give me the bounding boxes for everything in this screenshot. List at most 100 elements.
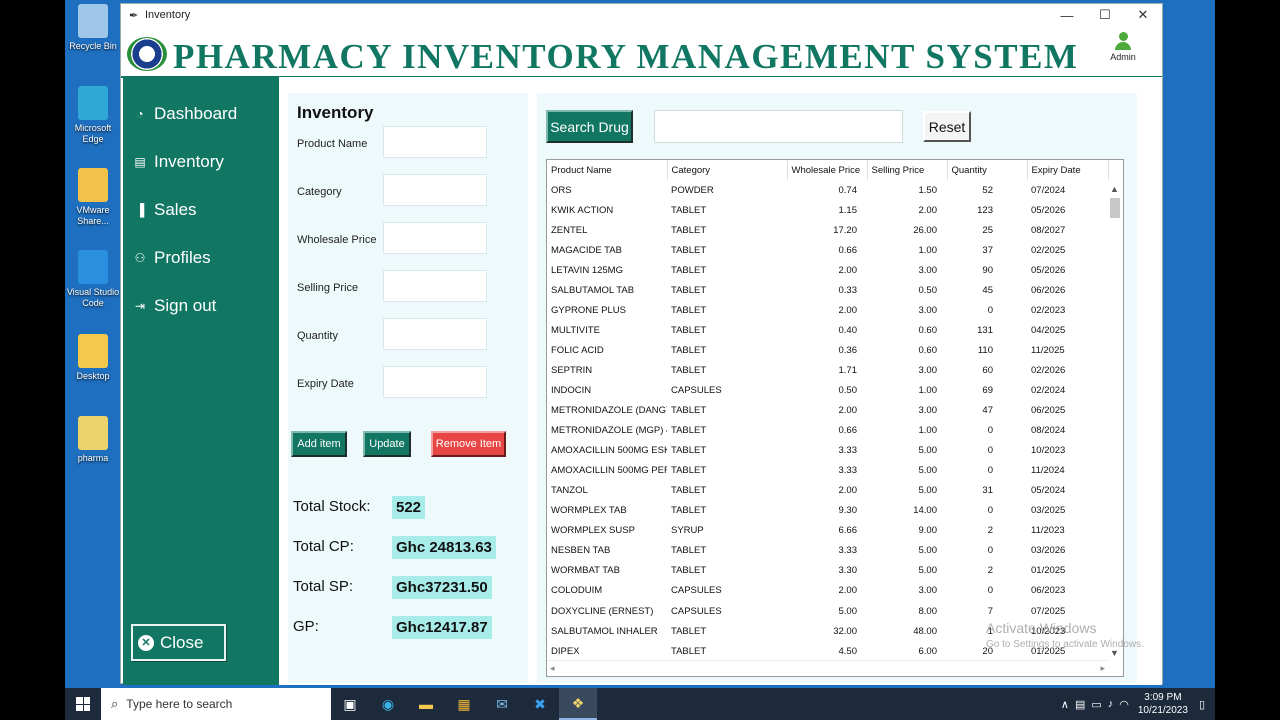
scroll-thumb[interactable]: [1110, 198, 1120, 218]
table-row[interactable]: FOLIC ACID TABLET 0.36 0.60 110 11/2025: [547, 340, 1108, 360]
close-window-button[interactable]: ✕: [1124, 4, 1162, 26]
table-cell: TABLET: [671, 344, 707, 356]
chevron-up-icon[interactable]: ∧: [1061, 698, 1069, 711]
expiry-date-input[interactable]: [383, 366, 487, 398]
search-drug-button[interactable]: Search Drug: [546, 110, 633, 143]
scroll-left-icon[interactable]: ◂: [550, 663, 555, 674]
table-cell: ORS: [551, 184, 572, 196]
mail-icon[interactable]: ✉: [483, 688, 521, 720]
notification-icon[interactable]: ▯: [1199, 698, 1205, 711]
table-cell: 0: [987, 585, 993, 597]
table-row[interactable]: DOXYCLINE (ERNEST) CAPSULES 5.00 8.00 7 07/20…: [547, 601, 1108, 621]
vscode-icon[interactable]: ✖: [521, 688, 559, 720]
table-row[interactable]: WORMPLEX SUSP SYRUP 6.66 9.00 2 11/2023: [547, 521, 1108, 541]
table-row[interactable]: KWIK ACTION TABLET 1.15 2.00 123 05/2026: [547, 200, 1108, 220]
table-row[interactable]: INDOCIN CAPSULES 0.50 1.00 69 02/2024: [547, 380, 1108, 400]
store-icon[interactable]: ▦: [445, 688, 483, 720]
table-row[interactable]: WORMPLEX TAB TABLET 9.30 14.00 0 03/2025: [547, 501, 1108, 521]
taskbar-search[interactable]: ⌕ Type here to search: [101, 688, 331, 720]
sidebar-item-label: Sign out: [154, 296, 217, 315]
total-cp-label: Total CP:: [293, 538, 354, 555]
close-icon: ✕: [138, 634, 154, 651]
inventory-table[interactable]: Product Name Category Wholesale Price Se…: [546, 159, 1124, 677]
clock[interactable]: 3:09 PM 10/21/2023: [1138, 691, 1188, 717]
desktop-icon[interactable]: pharma: [65, 416, 121, 464]
column-header[interactable]: Product Name: [547, 160, 668, 180]
column-header[interactable]: Selling Price: [867, 160, 948, 180]
admin-profile[interactable]: Admin: [1106, 32, 1140, 62]
desktop-icon[interactable]: Microsoft Edge: [65, 86, 121, 145]
desktop-app-icon: [78, 250, 108, 284]
table-cell: TABLET: [671, 625, 707, 637]
table-cell: 0.36: [838, 344, 858, 356]
reset-button[interactable]: Reset: [923, 111, 971, 142]
remove-item-button[interactable]: Remove Item: [431, 431, 506, 457]
table-row[interactable]: NESBEN TAB TABLET 3.33 5.00 0 03/2026: [547, 541, 1108, 561]
table-cell: 2.00: [838, 485, 858, 497]
category-input[interactable]: [383, 174, 487, 206]
desktop-icon[interactable]: VMware Share...: [65, 168, 121, 227]
sidebar-item-profiles[interactable]: ⚇ Profiles: [133, 245, 211, 271]
vertical-scrollbar[interactable]: ▲ ▼: [1107, 180, 1123, 660]
python-app-icon[interactable]: ❖: [559, 688, 597, 720]
table-cell: TABLET: [671, 304, 707, 316]
column-header[interactable]: Quantity: [947, 160, 1028, 180]
table-row[interactable]: AMOXACILLIN 500MG PER TABLET 3.33 5.00 0 11/2…: [547, 461, 1108, 481]
desktop-icon[interactable]: Desktop: [65, 334, 121, 382]
table-cell: 11/2025: [1031, 344, 1065, 356]
table-row[interactable]: MAGACIDE TAB TABLET 0.66 1.00 37 02/2025: [547, 240, 1108, 260]
table-cell: 0: [987, 505, 993, 517]
battery-icon[interactable]: ▭: [1091, 698, 1101, 711]
search-input[interactable]: [654, 110, 903, 143]
network-icon[interactable]: ▤: [1075, 698, 1085, 711]
sidebar-item-sales[interactable]: ▐ Sales: [133, 197, 197, 223]
table-row[interactable]: COLODUIM CAPSULES 2.00 3.00 0 06/2023: [547, 581, 1108, 601]
minimize-button[interactable]: —: [1048, 4, 1086, 26]
table-cell: 0.40: [838, 324, 858, 336]
scroll-right-icon[interactable]: ▸: [1100, 663, 1105, 674]
file-explorer-icon[interactable]: ▬: [407, 688, 445, 720]
wifi-icon[interactable]: ◠: [1119, 698, 1129, 711]
sidebar-item-inventory[interactable]: ▤ Inventory: [133, 149, 224, 175]
volume-icon[interactable]: ♪: [1108, 698, 1114, 710]
table-cell: FOLIC ACID: [551, 344, 604, 356]
table-row[interactable]: TANZOL TABLET 2.00 5.00 31 05/2024: [547, 481, 1108, 501]
table-row[interactable]: ZENTEL TABLET 17.20 26.00 25 08/2027: [547, 220, 1108, 240]
update-button[interactable]: Update: [363, 431, 411, 457]
table-row[interactable]: METRONIDAZOLE (MGP) 4 TABLET 0.66 1.00 0 08/2…: [547, 421, 1108, 441]
table-row[interactable]: SALBUTAMOL TAB TABLET 0.33 0.50 45 06/2026: [547, 280, 1108, 300]
search-icon: ⌕: [111, 696, 119, 711]
scroll-up-icon[interactable]: ▲: [1110, 184, 1119, 194]
table-cell: 31: [982, 485, 993, 497]
selling-price-input[interactable]: [383, 270, 487, 302]
table-cell: TABLET: [671, 425, 707, 437]
column-header[interactable]: Expiry Date: [1027, 160, 1109, 180]
table-row[interactable]: ORS POWDER 0.74 1.50 52 07/2024: [547, 180, 1108, 200]
sidebar-item-dashboard[interactable]: ◔ Dashboard: [133, 101, 237, 127]
edge-icon[interactable]: ◉: [369, 688, 407, 720]
wholesale-price-input[interactable]: [383, 222, 487, 254]
desktop-app-icon: [78, 168, 108, 202]
desktop-icon[interactable]: Visual Studio Code: [65, 250, 121, 309]
table-row[interactable]: LETAVIN 125MG TABLET 2.00 3.00 90 05/2026: [547, 260, 1108, 280]
column-header[interactable]: Category: [667, 160, 788, 180]
column-header[interactable]: Wholesale Price: [787, 160, 868, 180]
table-row[interactable]: SEPTRIN TABLET 1.71 3.00 60 02/2026: [547, 360, 1108, 380]
maximize-button[interactable]: ☐: [1086, 4, 1124, 26]
add-item-button[interactable]: Add item: [291, 431, 347, 457]
table-row[interactable]: WORMBAT TAB TABLET 3.30 5.00 2 01/2025: [547, 561, 1108, 581]
table-row[interactable]: GYPRONE PLUS TABLET 2.00 3.00 0 02/2023: [547, 300, 1108, 320]
table-cell: 06/2023: [1031, 585, 1066, 597]
table-row[interactable]: MULTIVITE TABLET 0.40 0.60 131 04/2025: [547, 320, 1108, 340]
task-view-icon[interactable]: ▣: [331, 688, 369, 720]
close-button[interactable]: ✕ Close: [131, 624, 226, 661]
table-row[interactable]: AMOXACILLIN 500MG ESK/TABLET 3.33 5.00 0 10/…: [547, 441, 1108, 461]
table-row[interactable]: METRONIDAZOLE (DANGY TABLET 2.00 3.00 47 06/2…: [547, 401, 1108, 421]
sidebar-item-sign-out[interactable]: ⇥ Sign out: [133, 293, 216, 319]
horizontal-scrollbar[interactable]: ◂ ▸: [547, 660, 1108, 676]
desktop-icon[interactable]: Recycle Bin: [65, 4, 121, 52]
start-button[interactable]: [65, 688, 101, 720]
product-name-input[interactable]: [383, 126, 487, 158]
quantity-input[interactable]: [383, 318, 487, 350]
user-avatar-icon: [1114, 32, 1132, 50]
